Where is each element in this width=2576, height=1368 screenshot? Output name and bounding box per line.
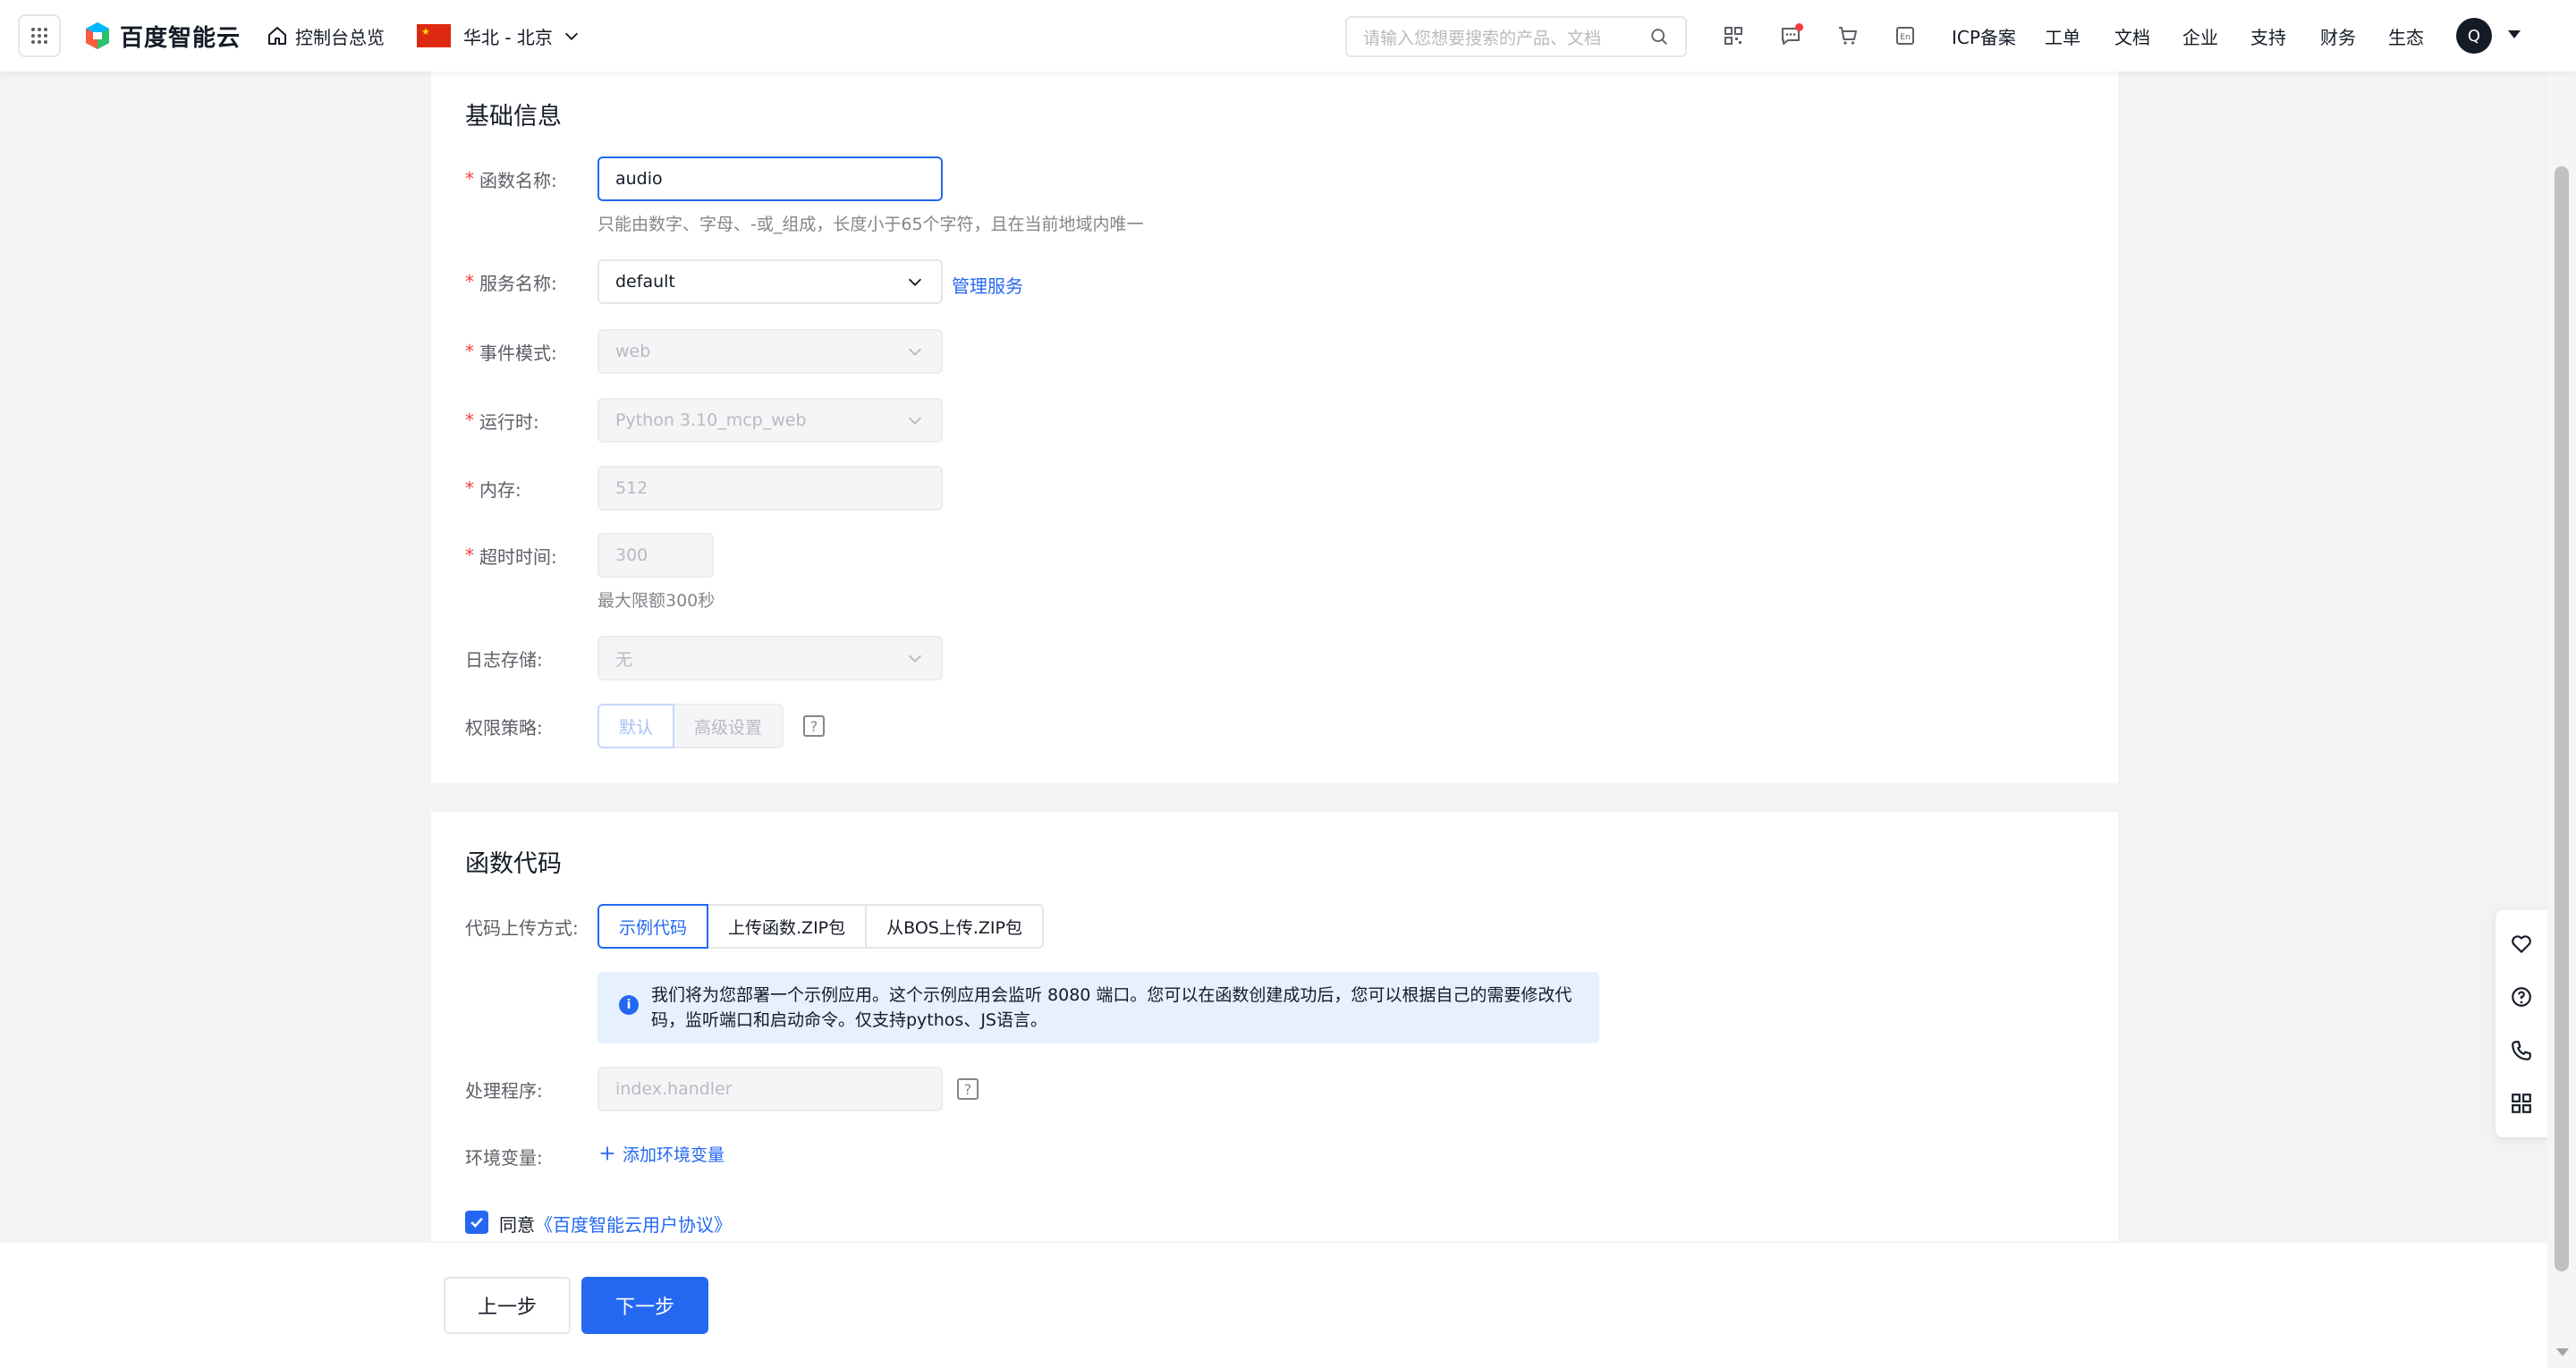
handler-label: 处理程序: <box>465 1079 543 1102</box>
info-icon: i <box>619 995 639 1015</box>
upload-mode-segmented: 示例代码 上传函数.ZIP包 从BOS上传.ZIP包 <box>597 904 1044 949</box>
region-label: 华北 - 北京 <box>463 26 553 48</box>
manage-service-link[interactable]: 管理服务 <box>952 272 1023 298</box>
svg-text:En: En <box>1900 33 1910 42</box>
timeout-hint: 最大限额300秒 <box>597 591 716 611</box>
upload-option-zip[interactable]: 上传函数.ZIP包 <box>707 904 868 949</box>
function-code-card: 函数代码 代码上传方式: 示例代码 上传函数.ZIP包 从BOS上传.ZIP包 … <box>431 812 2118 1241</box>
notice-text: 我们将为您部署一个示例应用。这个示例应用会监听 8080 端口。您可以在函数创建… <box>651 985 1572 1030</box>
nav-support[interactable]: 支持 <box>2250 0 2286 72</box>
event-mode-label: * 事件模式: <box>465 341 557 364</box>
permission-label: 权限策略: <box>465 716 543 739</box>
agree-checkbox[interactable] <box>465 1211 488 1234</box>
memory-label: * 内存: <box>465 477 521 501</box>
permission-option-default[interactable]: 默认 <box>597 704 675 748</box>
sample-code-notice: i 我们将为您部署一个示例应用。这个示例应用会监听 8080 端口。您可以在函数… <box>597 972 1599 1043</box>
plus-icon <box>600 1146 614 1161</box>
upload-option-bos[interactable]: 从BOS上传.ZIP包 <box>865 904 1044 949</box>
chevron-down-icon <box>908 417 922 425</box>
footer-bar <box>0 1243 2547 1368</box>
message-button[interactable] <box>1776 21 1805 50</box>
brand-name: 百度智能云 <box>120 24 242 52</box>
chevron-down-icon <box>908 348 922 356</box>
region-selector[interactable]: ★ 华北 - 北京 <box>417 0 581 72</box>
search-icon[interactable] <box>1649 27 1669 46</box>
search-input[interactable]: 请输入您想要搜索的产品、文档 <box>1345 16 1687 57</box>
log-storage-label: 日志存储: <box>465 648 543 671</box>
add-env-var-link[interactable]: 添加环境变量 <box>597 1136 724 1171</box>
heart-icon[interactable] <box>2510 933 2533 956</box>
nav-enterprise[interactable]: 企业 <box>2182 0 2218 72</box>
qrcode-icon <box>1724 27 1742 45</box>
nav-docs[interactable]: 文档 <box>2114 0 2150 72</box>
env-vars-label: 环境变量: <box>465 1146 543 1169</box>
nav-finance[interactable]: 财务 <box>2320 0 2356 72</box>
function-name-input[interactable]: audio <box>597 156 943 201</box>
log-storage-select[interactable]: 无 <box>597 636 943 680</box>
apps-icon[interactable] <box>2510 1092 2533 1115</box>
permission-option-advanced[interactable]: 高级设置 <box>673 704 784 748</box>
app-menu-button[interactable] <box>18 14 61 57</box>
upload-option-sample[interactable]: 示例代码 <box>597 904 709 949</box>
china-flag-icon: ★ <box>417 24 451 47</box>
prev-step-button[interactable]: 上一步 <box>444 1277 571 1334</box>
timeout-label: * 超时时间: <box>465 545 557 568</box>
floating-toolbar <box>2496 910 2547 1137</box>
timeout-input[interactable]: 300 <box>597 533 714 578</box>
event-mode-select[interactable]: web <box>597 329 943 374</box>
nav-ecosystem[interactable]: 生态 <box>2388 0 2424 72</box>
user-avatar[interactable]: Q <box>2456 18 2492 54</box>
chevron-down-icon <box>908 654 922 663</box>
basic-info-card: 基础信息 * 函数名称: audio 只能由数字、字母、-或_组成，长度小于65个… <box>431 72 2118 783</box>
scrollbar-thumb[interactable] <box>2555 166 2569 1271</box>
handler-help-icon[interactable]: ? <box>957 1078 979 1100</box>
brand-logo[interactable]: 百度智能云 <box>82 18 241 54</box>
qrcode-button[interactable] <box>1719 21 1748 50</box>
next-step-button[interactable]: 下一步 <box>581 1277 708 1334</box>
cart-icon <box>1839 27 1857 45</box>
runtime-select[interactable]: Python 3.10_mcp_web <box>597 398 943 443</box>
home-icon <box>268 27 286 45</box>
top-navbar: 百度智能云 控制台总览 ★ 华北 - 北京 请输入您想要搜索的产品、文档 En … <box>0 0 2576 72</box>
basic-info-title: 基础信息 <box>465 103 562 131</box>
upload-mode-label: 代码上传方式: <box>465 916 579 939</box>
handler-input[interactable]: index.handler <box>597 1067 943 1111</box>
help-circle-icon[interactable] <box>2510 985 2533 1009</box>
permission-help-icon[interactable]: ? <box>803 715 825 737</box>
agree-text: 同意《百度智能云用户协议》 <box>499 1214 732 1236</box>
chevron-down-icon <box>564 32 579 40</box>
user-menu-caret-icon[interactable] <box>2508 30 2521 38</box>
notification-dot <box>1795 23 1803 31</box>
runtime-label: * 运行时: <box>465 410 539 433</box>
service-name-select[interactable]: default <box>597 259 943 304</box>
user-agreement-link[interactable]: 《百度智能云用户协议》 <box>535 1214 732 1236</box>
function-name-label: * 函数名称: <box>465 168 557 191</box>
check-icon <box>470 1217 483 1228</box>
nav-ticket[interactable]: 工单 <box>2045 0 2080 72</box>
chevron-down-icon <box>908 278 922 286</box>
memory-input[interactable]: 512 <box>597 466 943 511</box>
grid-icon <box>31 28 47 44</box>
logo-icon <box>86 22 109 49</box>
service-name-label: * 服务名称: <box>465 271 557 294</box>
console-overview-link[interactable]: 控制台总览 <box>267 0 385 72</box>
translate-icon: En <box>1896 27 1914 45</box>
search-placeholder: 请输入您想要搜索的产品、文档 <box>1363 28 1602 48</box>
function-code-title: 函数代码 <box>465 850 562 878</box>
cart-button[interactable] <box>1834 21 1862 50</box>
console-overview-label: 控制台总览 <box>295 26 385 48</box>
language-button[interactable]: En <box>1891 21 1919 50</box>
phone-icon[interactable] <box>2510 1039 2533 1062</box>
permission-segmented: 默认 高级设置 <box>597 704 784 748</box>
search-spacer <box>1311 16 1342 57</box>
scroll-down-icon[interactable] <box>2556 1348 2569 1356</box>
function-name-hint: 只能由数字、字母、-或_组成，长度小于65个字符，且在当前地域内唯一 <box>597 215 1144 234</box>
nav-icp[interactable]: ICP备案 <box>1952 0 2016 72</box>
